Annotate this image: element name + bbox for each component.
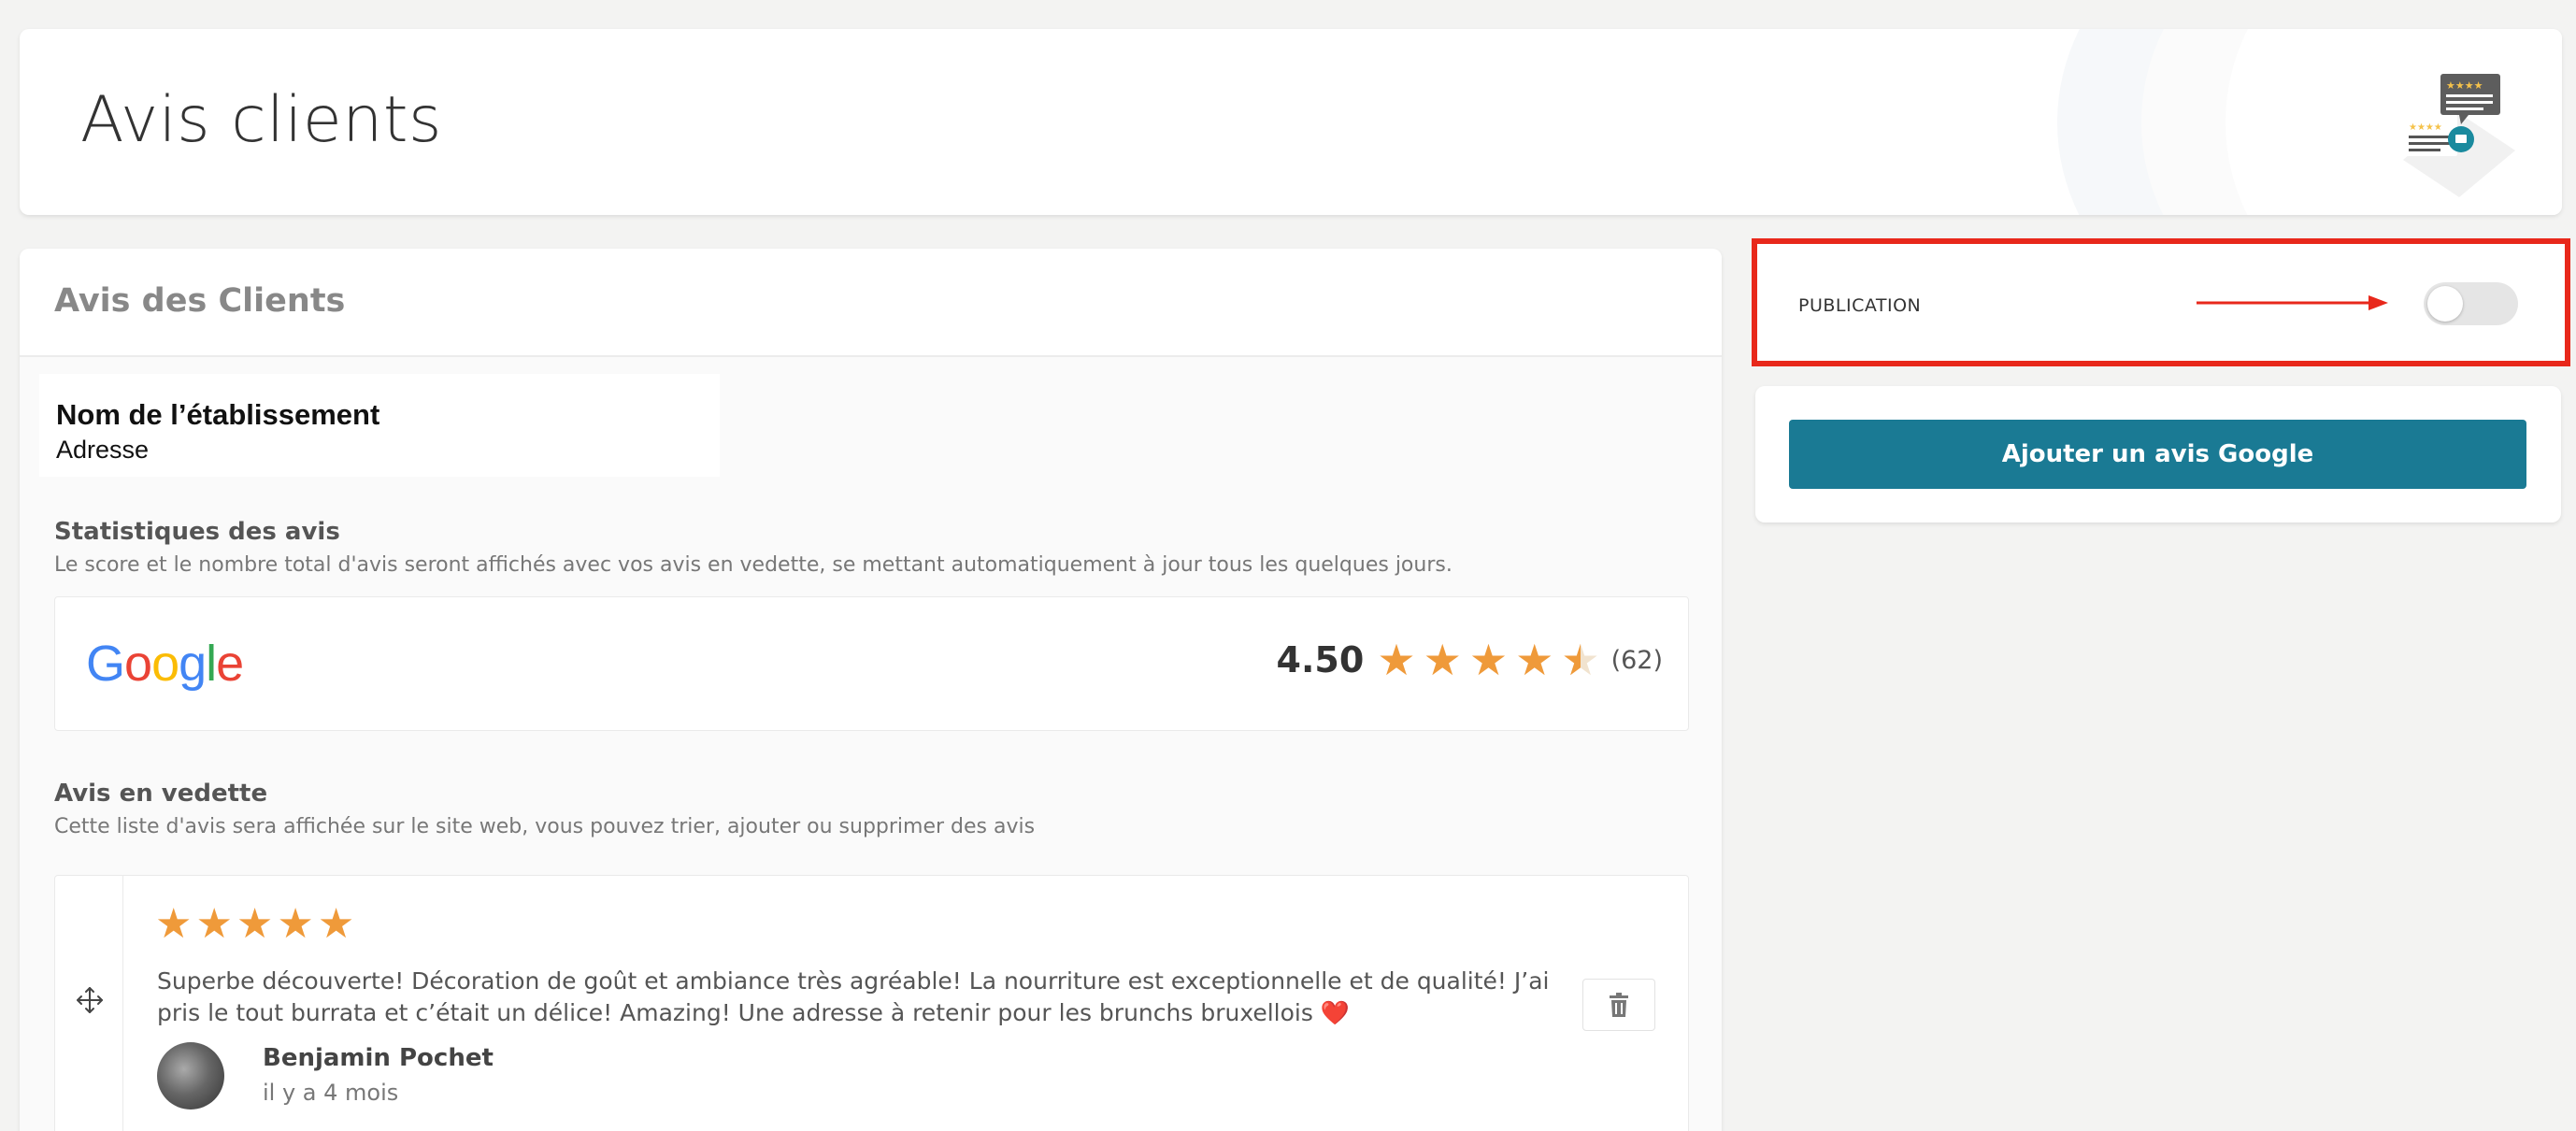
svg-text:★★★★: ★★★★	[2446, 79, 2483, 92]
avatar	[157, 1042, 224, 1110]
arrow-right-icon	[2197, 295, 2388, 310]
establishment-box: Nom de l’établissement Adresse	[39, 374, 720, 477]
featured-title: Avis en vedette	[54, 780, 268, 808]
review-stars: ★ ★ ★ ★ ★	[155, 904, 358, 945]
reviews-illustration-icon: ★★★★ ★★★★	[2403, 74, 2515, 197]
review-date: il y a 4 mois	[263, 1080, 399, 1106]
establishment-address: Adresse	[56, 436, 150, 464]
drag-handle[interactable]	[55, 876, 123, 1131]
reviews-card-title: Avis des Clients	[54, 282, 346, 320]
star-icon: ★	[155, 901, 193, 947]
featured-description: Cette liste d'avis sera affichée sur le …	[54, 815, 1036, 838]
star-icon: ★	[1515, 636, 1554, 684]
star-icon: ★	[277, 901, 314, 947]
move-icon[interactable]	[76, 986, 104, 1014]
header-decoration: ★★★★ ★★★★	[2057, 29, 2562, 215]
rating-count: (62)	[1610, 645, 1663, 675]
star-icon: ★	[236, 901, 274, 947]
page-title: Avis clients	[80, 83, 442, 157]
google-logo: Google	[86, 636, 244, 692]
star-icon: ★	[317, 901, 355, 947]
svg-text:★★★★: ★★★★	[2409, 122, 2442, 133]
stats-description: Le score et le nombre total d'avis seron…	[54, 553, 1453, 577]
heart-emoji: ❤️	[1320, 999, 1350, 1026]
add-review-card: Ajouter un avis Google	[1755, 386, 2561, 523]
star-icon: ★	[1468, 636, 1509, 684]
google-stats-box: Google 4.50 ★ ★ ★ ★ ★★ (62)	[54, 596, 1689, 731]
star-icon: ★	[1377, 636, 1416, 684]
star-icon: ★	[1423, 636, 1462, 684]
add-google-review-button[interactable]: Ajouter un avis Google	[1789, 420, 2526, 489]
delete-review-button[interactable]	[1582, 979, 1655, 1031]
header-card: Avis clients ★★★★ ★★★★	[20, 29, 2562, 215]
publication-label: PUBLICATION	[1798, 295, 1922, 316]
star-icon: ★	[195, 901, 233, 947]
reviews-card: Avis des Clients Nom de l’établissement …	[20, 249, 1722, 1131]
review-item: ★ ★ ★ ★ ★ Superbe découverte! Décoration…	[54, 875, 1689, 1131]
rating-score: 4.50	[1276, 639, 1365, 680]
trash-icon[interactable]	[1609, 993, 1629, 1017]
review-text-container: Superbe découverte! Décoration de goût e…	[157, 966, 1559, 1029]
review-author: Benjamin Pochet	[263, 1044, 494, 1072]
reviews-card-header: Avis des Clients	[20, 249, 1722, 357]
rating-summary: 4.50 ★ ★ ★ ★ ★★ (62)	[1277, 638, 1663, 681]
half-star-icon: ★★	[1561, 636, 1600, 684]
toggle-knob[interactable]	[2427, 286, 2463, 322]
stats-title: Statistiques des avis	[54, 518, 340, 546]
establishment-name: Nom de l’établissement	[56, 398, 380, 431]
publication-toggle[interactable]	[2424, 282, 2518, 325]
